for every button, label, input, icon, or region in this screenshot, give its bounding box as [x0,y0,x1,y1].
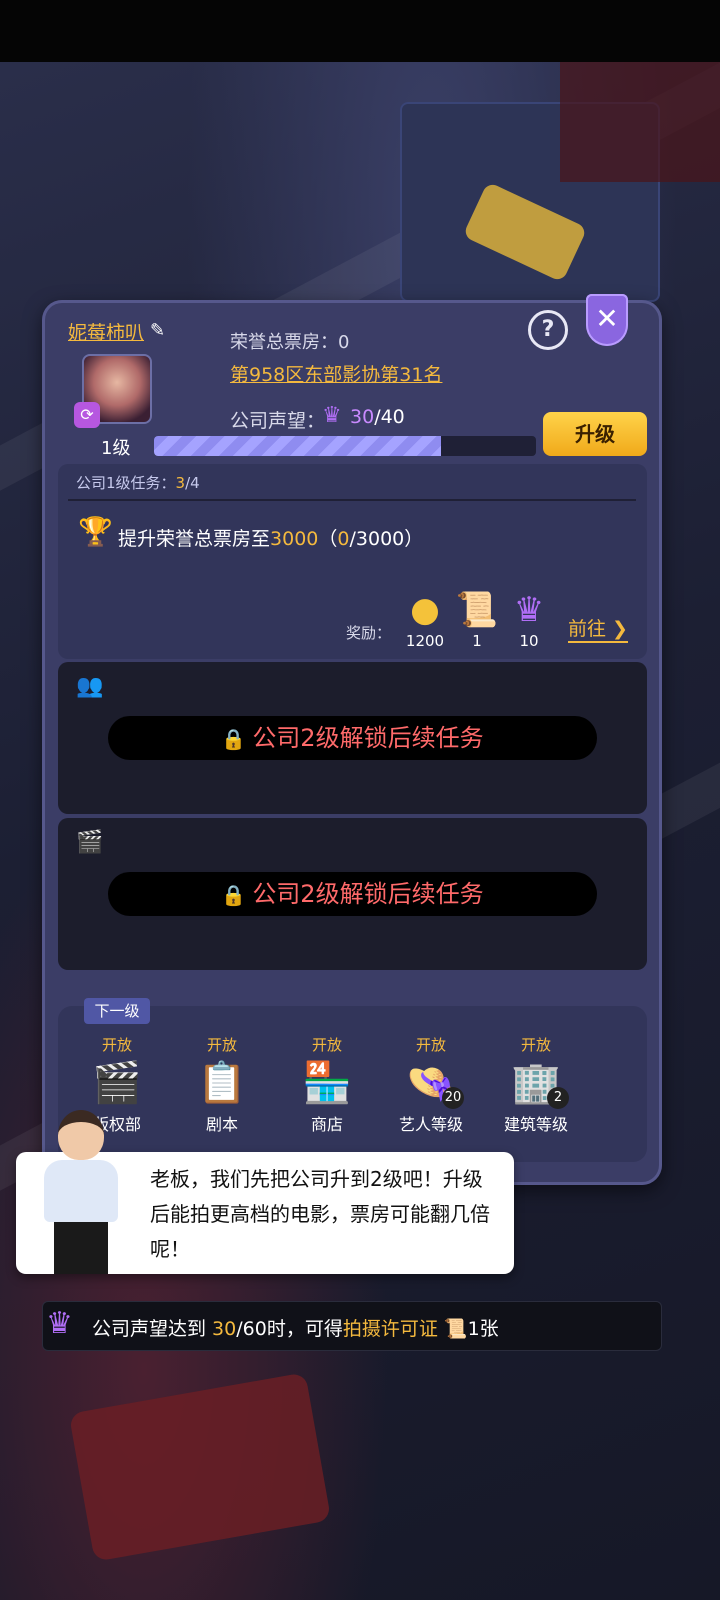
reputation-tip-text: 公司声望达到 30/60时，可得拍摄许可证 📜1张 [92,1318,499,1340]
reputation-progress-fill [154,436,441,456]
building-icon: 🏢 2 [491,1055,581,1111]
investor-icon: 👥 [76,674,104,699]
locked-task-1: 👥 🔒 公司2级解锁后续任务 [58,662,647,814]
clapperboard-icon: 🎬 [76,830,104,855]
assistant-character [36,1110,126,1274]
status-bar [0,0,720,62]
unlock-shop[interactable]: 开放 🏪 商店 [282,1034,372,1135]
upgrade-button[interactable]: 升级 [543,412,647,456]
reward-gold: ● 1200 [398,590,452,650]
script-clipboard-icon: 📋 [197,1060,247,1106]
crown-icon: ♛ [322,403,342,428]
locked-message: 🔒 公司2级解锁后续任务 [108,872,597,916]
reward-label: 奖励： [346,624,392,642]
unlock-building-level[interactable]: 开放 🏢 2 建筑等级 [491,1034,581,1135]
reward-crown: ♛ 10 [502,590,556,650]
film-license-scroll-icon: 📜 [443,1318,468,1340]
reputation-progress-bar [154,436,536,456]
honor-box-office: 荣誉总票房：0 [230,332,350,353]
star-trophy-icon: 🏆 [78,515,113,548]
next-level-tag: 下一级 [84,998,150,1024]
close-button[interactable]: ✕ [586,294,628,346]
shop-icon: 🏪 [302,1060,352,1106]
company-level: 1级 [101,438,131,459]
gold-coins-icon: ● [410,590,440,630]
locked-message: 🔒 公司2级解锁后续任务 [108,716,597,760]
reward-license: 📜 1 [450,590,504,650]
swap-avatar-icon[interactable]: ⟳ [74,402,100,428]
divider [68,499,636,501]
unlock-script[interactable]: 开放 📋 剧本 [177,1034,267,1135]
purple-crown-icon: ♛ [513,590,545,630]
lock-icon: 🔒 [221,883,247,907]
purple-crown-icon: ♛ [46,1306,73,1341]
region-rank-link[interactable]: 第958区东部影协第31名 [230,360,442,387]
clapperboard-icon: 🎬 [92,1060,142,1106]
goto-button[interactable]: 前往 ❯ [568,614,628,643]
help-button[interactable]: ? [528,310,568,350]
reputation-value: 30/40 [350,406,405,428]
player-name[interactable]: 妮莓柿叭 [68,318,144,345]
task-description: 提升荣誉总票房至3000（0/3000） [118,528,424,550]
unlock-artist-level[interactable]: 开放 👒 20 艺人等级 [386,1034,476,1135]
red-hat-icon: 👒 20 [386,1055,476,1111]
reputation-label: 公司声望： [230,410,326,432]
edit-name-icon[interactable]: ✎ [150,320,170,341]
locked-task-2: 🎬 🔒 公司2级解锁后续任务 [58,818,647,970]
task-header: 公司1级任务：3/4 [76,474,200,492]
film-license-scroll-icon: 📜 [455,590,499,630]
npc-dialog-text: 老板，我们先把公司升到2级吧！升级后能拍更高档的电影，票房可能翻几倍呢！ [150,1167,490,1261]
lock-icon: 🔒 [221,727,247,751]
